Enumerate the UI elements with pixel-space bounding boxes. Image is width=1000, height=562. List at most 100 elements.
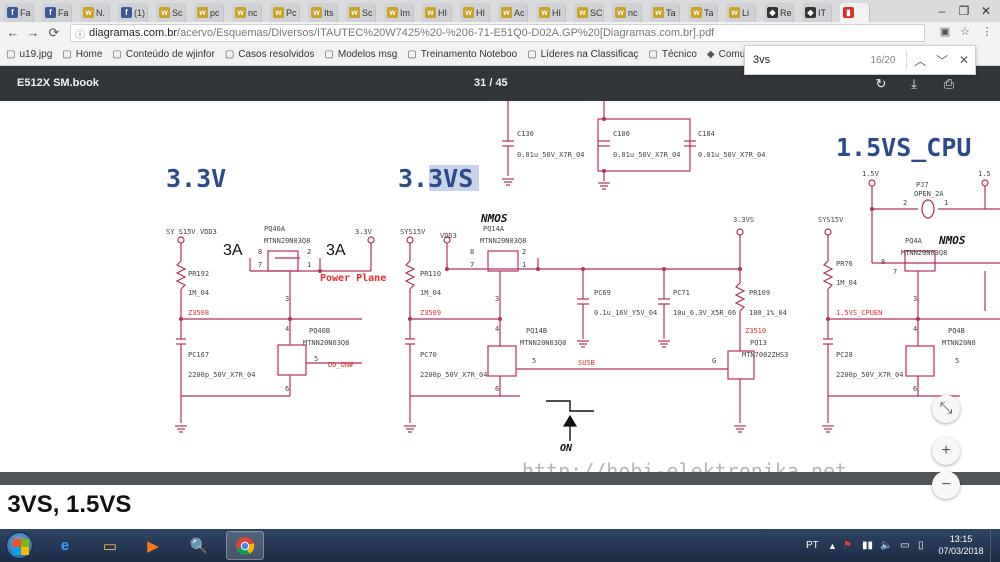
page-total: 45 bbox=[495, 77, 508, 89]
tab-favicon-icon: w bbox=[197, 7, 208, 18]
browser-tab[interactable]: w HI bbox=[536, 3, 566, 22]
bookmark-label: Modelos msg bbox=[337, 49, 398, 60]
network-icon[interactable]: ▮▮ bbox=[862, 529, 873, 562]
download-icon[interactable]: ⤓ bbox=[905, 75, 923, 93]
browser-tab[interactable]: w HI bbox=[422, 3, 452, 22]
close-icon[interactable]: ✕ bbox=[953, 53, 975, 67]
bookmark-item[interactable]: ▢ u19.jpg bbox=[6, 49, 52, 60]
maximize-button[interactable]: ❐ bbox=[953, 0, 975, 22]
bookmark-item[interactable]: ▢ Home bbox=[62, 49, 102, 60]
file-explorer-icon[interactable]: ▭ bbox=[91, 531, 129, 560]
chevron-up-icon[interactable]: ︿ bbox=[909, 52, 931, 69]
tray-expand-icon[interactable]: ▲ bbox=[828, 529, 837, 562]
browser-tab[interactable]: w Ac bbox=[498, 3, 528, 22]
bookmark-item[interactable]: ▢ Líderes na Classificaç bbox=[527, 49, 638, 60]
tab-favicon-icon: ◆ bbox=[767, 7, 778, 18]
pr192-value: 1M_04 bbox=[188, 289, 209, 297]
browser-tab[interactable]: w Ta bbox=[650, 3, 680, 22]
bookmark-star-icon[interactable]: ☆ bbox=[957, 24, 973, 40]
bookmark-label: Treinamento Noteboo bbox=[420, 49, 518, 60]
bookmark-label: Conteúdo de wjinfor bbox=[125, 49, 215, 60]
tab-label: Ta bbox=[704, 7, 714, 18]
c184-value: 0.01u_50V_X7R_04 bbox=[698, 151, 765, 159]
page-current[interactable]: 31 bbox=[474, 77, 486, 89]
browser-tab[interactable]: w Pc bbox=[270, 3, 300, 22]
close-window-button[interactable]: ✕ bbox=[975, 0, 997, 22]
bookmark-item[interactable]: ▢ Técnico bbox=[648, 49, 696, 60]
chrome-icon[interactable] bbox=[226, 531, 264, 560]
reload-icon[interactable]: ⟳ bbox=[45, 24, 63, 42]
start-button[interactable] bbox=[6, 532, 33, 559]
tab-label: nc bbox=[248, 7, 258, 18]
browser-tab[interactable]: ◆ IT bbox=[802, 3, 832, 22]
image-viewer-icon[interactable]: 🔍 bbox=[180, 531, 218, 560]
bookmark-item[interactable]: ▢ Treinamento Noteboo bbox=[407, 49, 517, 60]
print-icon[interactable]: ⎙ bbox=[940, 75, 958, 93]
action-center-icon[interactable]: ⚑ bbox=[843, 529, 852, 562]
zoom-in-icon[interactable]: + bbox=[932, 437, 960, 465]
pq14b-label: PQ14B bbox=[526, 327, 547, 335]
browser-tab[interactable]: w HI bbox=[460, 3, 490, 22]
file-icon: ▢ bbox=[407, 49, 417, 60]
browser-tab[interactable]: w pc bbox=[194, 3, 224, 22]
chevron-down-icon[interactable]: ﹀ bbox=[931, 52, 953, 69]
pq40a-label: PQ40A bbox=[264, 225, 286, 233]
windows-logo-yellow bbox=[21, 547, 29, 555]
tab-label: Sc bbox=[362, 7, 373, 18]
address-bar[interactable]: ⓘ diagramas.com.br/acervo/Esquemas/Diver… bbox=[70, 24, 925, 42]
find-bar: 3vs 16/20 ︿ ﹀ ✕ bbox=[744, 45, 976, 75]
clock[interactable]: 13:15 07/03/2018 bbox=[936, 533, 986, 557]
display-icon[interactable]: ▭ bbox=[900, 529, 909, 562]
browser-tab[interactable]: ▮ bbox=[840, 3, 870, 22]
file-icon: ▢ bbox=[62, 49, 72, 60]
fit-page-icon[interactable]: ⤡ bbox=[932, 395, 960, 423]
right-1v5b-label: 1.5 bbox=[978, 170, 991, 178]
page-separator: / bbox=[489, 77, 493, 89]
browser-tab[interactable]: w Sc bbox=[156, 3, 186, 22]
info-icon[interactable]: ⓘ bbox=[75, 26, 85, 41]
browser-tab[interactable]: f Fa bbox=[42, 3, 72, 22]
browser-tab[interactable]: w SC bbox=[574, 3, 604, 22]
volume-icon[interactable]: 🔈 bbox=[880, 529, 892, 562]
show-desktop-button[interactable] bbox=[990, 529, 1000, 562]
internet-explorer-icon[interactable]: e bbox=[46, 531, 84, 560]
bookmark-item[interactable]: ▢ Conteúdo de wjinfor bbox=[112, 49, 214, 60]
pdf-viewer[interactable]: C130 0.01u_50V_X7R_04 C100 0.01u_50V_X7R… bbox=[0, 101, 1000, 529]
back-icon[interactable]: ← bbox=[4, 24, 22, 42]
bookmark-item[interactable]: ▢ Casos resolvidos bbox=[225, 49, 315, 60]
browser-tab[interactable]: ◆ Re bbox=[764, 3, 794, 22]
browser-tab[interactable]: w Sc bbox=[346, 3, 376, 22]
bookmark-item[interactable]: ▢ Modelos msg bbox=[324, 49, 397, 60]
browser-tab[interactable]: w nc bbox=[232, 3, 262, 22]
page-action-icon[interactable]: ▣ bbox=[937, 24, 953, 40]
browser-tab[interactable]: w Its bbox=[308, 3, 338, 22]
find-count: 16/20 bbox=[870, 54, 896, 66]
file-icon: ▢ bbox=[648, 49, 658, 60]
right-sys15v-label: SYS15V bbox=[818, 216, 844, 224]
battery-icon[interactable]: ▯ bbox=[918, 529, 924, 562]
pc69-label: PC69 bbox=[594, 289, 611, 297]
browser-tab[interactable]: w Im bbox=[384, 3, 414, 22]
new-tab-icon[interactable] bbox=[878, 3, 908, 22]
menu-icon[interactable]: ⋮ bbox=[979, 24, 995, 40]
media-player-icon[interactable]: ▶ bbox=[134, 531, 172, 560]
pq4b-part: MTNN20N0 bbox=[942, 339, 976, 347]
browser-tab[interactable]: w N. bbox=[80, 3, 110, 22]
minimize-button[interactable]: – bbox=[931, 0, 953, 22]
browser-tab[interactable]: f (1) bbox=[118, 3, 148, 22]
c130-label: C130 bbox=[517, 130, 534, 138]
forward-icon[interactable]: → bbox=[24, 24, 42, 42]
browser-tab[interactable]: w nc bbox=[612, 3, 642, 22]
left-circuit bbox=[174, 236, 375, 433]
rotate-icon[interactable]: ↻ bbox=[872, 75, 890, 93]
language-indicator[interactable]: PT bbox=[806, 529, 819, 562]
browser-tab[interactable]: w Ta bbox=[688, 3, 718, 22]
pq4a-part: MTNN20N03Q8 bbox=[901, 249, 947, 257]
find-input[interactable]: 3vs bbox=[753, 54, 870, 66]
pr192-label: PR192 bbox=[188, 270, 209, 278]
c100-value: 0.01u_50V_X7R_04 bbox=[613, 151, 680, 159]
zoom-out-icon[interactable]: − bbox=[932, 471, 960, 499]
browser-tab[interactable]: f Fa bbox=[4, 3, 34, 22]
gate-g-label: G bbox=[712, 357, 716, 365]
browser-tab[interactable]: w Li bbox=[726, 3, 756, 22]
